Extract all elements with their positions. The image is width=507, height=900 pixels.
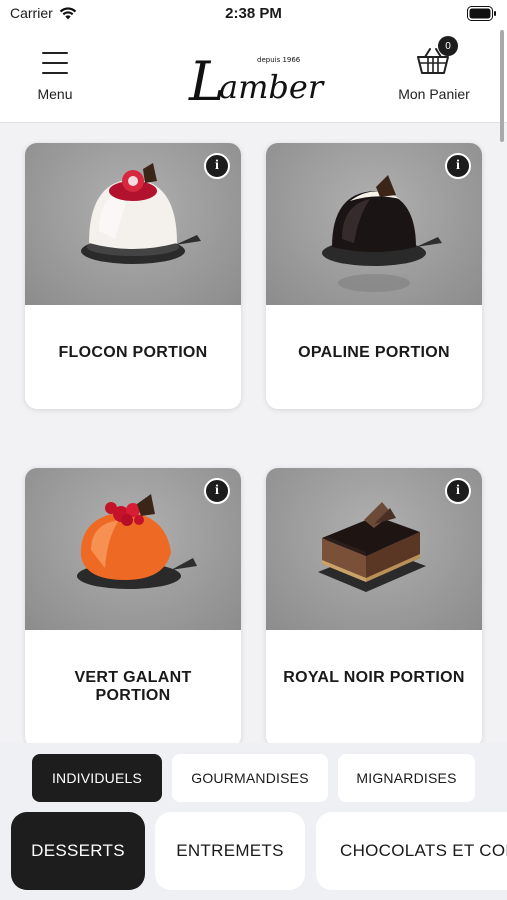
status-bar: Carrier 2:38 PM	[0, 0, 507, 28]
cart-label: Mon Panier	[398, 86, 470, 102]
product-card-flocon[interactable]: i FLOCON PORTION	[25, 143, 241, 409]
product-name: OPALINE PORTION	[298, 344, 450, 361]
app-header: Menu L ambert depuis 1966 0 Mon Panier	[0, 28, 507, 123]
subcategory-individuels[interactable]: INDIVIDUELS	[32, 754, 162, 802]
info-icon[interactable]: i	[204, 153, 230, 179]
battery-icon	[467, 6, 496, 21]
hamburger-icon	[42, 52, 68, 74]
brand-logo: L ambert depuis 1966	[188, 50, 325, 112]
product-name: ROYAL NOIR PORTION	[283, 669, 465, 686]
category-desserts[interactable]: DESSERTS	[11, 812, 145, 890]
info-icon[interactable]: i	[204, 478, 230, 504]
product-grid: i FLOCON PORTION i OPALINE PORTION i VER…	[0, 123, 507, 743]
product-card-vert-galant[interactable]: i VERT GALANT PORTION	[25, 468, 241, 743]
subcategory-gourmandises[interactable]: GOURMANDISES	[172, 754, 328, 802]
menu-label: Menu	[37, 86, 73, 102]
bottom-navigation: INDIVIDUELS GOURMANDISES MIGNARDISES DES…	[0, 743, 507, 900]
category-chocolats-et-confiseries[interactable]: CHOCOLATS ET CONFISERIES	[316, 812, 507, 890]
cart-count-badge: 0	[438, 36, 458, 56]
subcategory-mignardises[interactable]: MIGNARDISES	[338, 754, 475, 802]
menu-button[interactable]: Menu	[25, 46, 85, 106]
info-icon[interactable]: i	[445, 153, 471, 179]
product-name: VERT GALANT PORTION	[74, 669, 192, 704]
product-card-opaline[interactable]: i OPALINE PORTION	[266, 143, 482, 409]
category-entremets[interactable]: ENTREMETS	[155, 812, 305, 890]
cart-button[interactable]: 0 Mon Panier	[389, 36, 479, 106]
svg-text:ambert: ambert	[219, 68, 325, 106]
product-card-royal-noir[interactable]: i ROYAL NOIR PORTION	[266, 468, 482, 743]
status-time: 2:38 PM	[225, 5, 282, 22]
info-icon[interactable]: i	[445, 478, 471, 504]
svg-text:depuis 1966: depuis 1966	[257, 56, 301, 64]
product-name: FLOCON PORTION	[58, 344, 208, 361]
